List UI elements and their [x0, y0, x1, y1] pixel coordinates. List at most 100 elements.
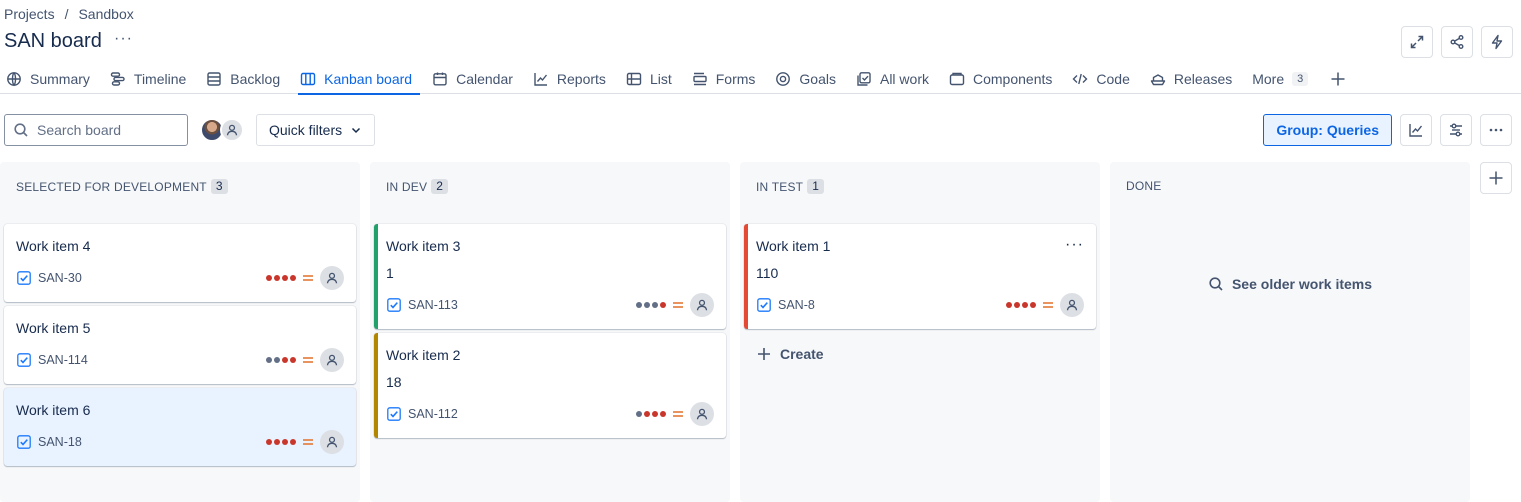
column-header: SELECTED FOR DEVELOPMENT 3 [16, 179, 228, 194]
view-settings-button[interactable] [1440, 114, 1472, 146]
priority-medium-icon [303, 275, 313, 281]
estimate-dot [274, 439, 280, 445]
column-header: IN TEST 1 [756, 179, 825, 194]
assignee-avatar[interactable] [320, 348, 344, 372]
assignee-avatar[interactable] [690, 402, 714, 426]
estimate-dot [266, 357, 272, 363]
work-item-card[interactable]: Work item 6 SAN-18 [4, 388, 356, 466]
card-more-button[interactable]: ··· [1065, 236, 1084, 254]
estimate-dot [274, 357, 280, 363]
board-more-actions-button[interactable]: ··· [114, 30, 133, 48]
issue-key[interactable]: SAN-113 [408, 298, 458, 312]
search-input[interactable] [37, 122, 177, 138]
assignee-avatar[interactable] [320, 430, 344, 454]
tab-reports[interactable]: Reports [531, 64, 614, 93]
tab-releases[interactable]: Releases [1148, 64, 1240, 93]
task-icon [757, 298, 771, 312]
tab-label: Calendar [456, 70, 513, 87]
tab-label: Releases [1173, 70, 1233, 87]
estimate-dot [282, 439, 288, 445]
estimate-dot [1030, 302, 1036, 308]
estimate-dot [266, 439, 272, 445]
avatar[interactable] [220, 118, 244, 142]
estimate-dot [652, 411, 658, 417]
estimate-dots [636, 302, 666, 308]
component-icon [949, 72, 965, 85]
work-item-card[interactable]: Work item 1 ··· 110 SAN-8 [744, 224, 1096, 329]
create-item-button[interactable]: Create [756, 346, 824, 362]
issue-key[interactable]: SAN-112 [408, 407, 458, 421]
tab-kanban-board[interactable]: Kanban board [298, 64, 421, 95]
card-title: Work item 1 [756, 238, 831, 254]
fullscreen-button[interactable] [1401, 26, 1433, 58]
issue-key[interactable]: SAN-8 [778, 298, 815, 312]
tab-components[interactable]: Components [947, 64, 1060, 93]
card-meta [1006, 293, 1084, 317]
code-icon [1072, 73, 1088, 84]
group-by-button[interactable]: Group: Queries [1263, 114, 1392, 146]
card-footer: SAN-112 [386, 400, 714, 428]
estimate-dot [290, 275, 296, 281]
assignee-avatar[interactable] [320, 266, 344, 290]
quick-filters-button[interactable]: Quick filters [256, 114, 376, 146]
card-title: Work item 6 [16, 402, 91, 418]
assignee-avatar[interactable] [690, 293, 714, 317]
issue-key[interactable]: SAN-114 [38, 353, 88, 367]
tab-forms[interactable]: Forms [690, 64, 764, 93]
person-icon [326, 354, 338, 366]
issue-key[interactable]: SAN-30 [38, 271, 82, 285]
more-options-button[interactable] [1480, 114, 1512, 146]
forms-icon [693, 72, 707, 85]
column-title: DONE [1126, 179, 1162, 193]
estimate-dot [644, 302, 650, 308]
work-item-card[interactable]: Work item 3 1 SAN-113 [374, 224, 726, 329]
tab-summary[interactable]: Summary [4, 64, 98, 93]
work-item-card[interactable]: Work item 5 SAN-114 [4, 306, 356, 384]
automation-button[interactable] [1481, 26, 1513, 58]
card-key: SAN-112 [386, 406, 458, 422]
tab-timeline[interactable]: Timeline [108, 64, 194, 93]
breadcrumb-projects-link[interactable]: Projects [4, 6, 55, 22]
estimate-dot [636, 302, 642, 308]
plus-icon [758, 348, 770, 360]
add-tab-button[interactable] [1326, 64, 1350, 93]
work-item-card[interactable]: Work item 2 18 SAN-112 [374, 333, 726, 438]
tab-code[interactable]: Code [1070, 64, 1137, 93]
card-list: Work item 3 1 SAN-113 Work item 2 18 SAN-112 [374, 224, 726, 438]
add-column-button[interactable] [1480, 162, 1512, 194]
expand-icon [1410, 35, 1424, 49]
share-button[interactable] [1441, 26, 1473, 58]
priority-medium-icon [1043, 302, 1053, 308]
tab-goals[interactable]: Goals [773, 64, 844, 93]
insights-button[interactable] [1400, 114, 1432, 146]
estimate-dot [1014, 302, 1020, 308]
person-icon [226, 124, 238, 136]
card-field-value: 1 [386, 265, 394, 281]
tab-label: Summary [30, 70, 90, 87]
tab-label: Reports [556, 70, 606, 87]
card-title: Work item 2 [386, 347, 461, 363]
tab-more[interactable]: More 3 [1250, 64, 1316, 93]
column-title: IN TEST [756, 179, 804, 194]
card-title: Work item 5 [16, 320, 91, 336]
card-footer: SAN-8 [756, 291, 1084, 319]
chart-line-icon [534, 72, 547, 86]
tab-backlog[interactable]: Backlog [204, 64, 288, 93]
card-key: SAN-8 [756, 297, 815, 313]
estimate-dot [644, 411, 650, 417]
column-count-badge: 3 [210, 179, 228, 194]
assignee-avatar[interactable] [1060, 293, 1084, 317]
breadcrumb-sandbox-link[interactable]: Sandbox [78, 6, 133, 22]
work-item-card[interactable]: Work item 4 SAN-30 [4, 224, 356, 302]
tab-calendar[interactable]: Calendar [430, 64, 521, 93]
estimate-dots [266, 357, 296, 363]
issue-key[interactable]: SAN-18 [38, 435, 82, 449]
card-key: SAN-113 [386, 297, 458, 313]
tab-all-work[interactable]: All work [854, 64, 937, 93]
lightning-icon [1491, 34, 1503, 50]
tab-list[interactable]: List [624, 64, 680, 93]
tab-more-count: 3 [1292, 71, 1309, 86]
card-title: Work item 4 [16, 238, 91, 254]
see-older-items-button[interactable]: See older work items [1110, 276, 1470, 292]
person-icon [696, 299, 708, 311]
